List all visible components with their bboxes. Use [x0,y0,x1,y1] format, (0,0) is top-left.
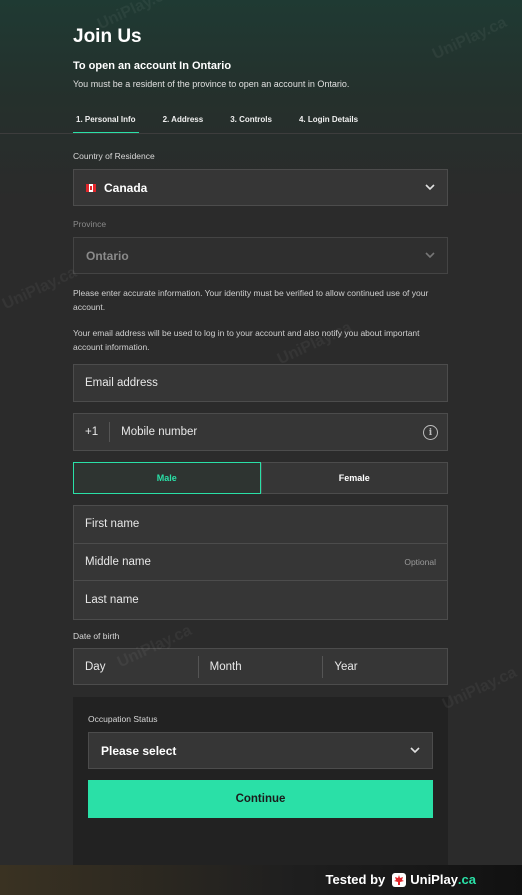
tab-address[interactable]: 2. Address [160,112,207,134]
gender-toggle: Male Female [73,462,448,494]
watermark: UniPlay.ca [439,663,520,714]
email-placeholder: Email address [85,377,158,389]
step-tabs: 1. Personal Info 2. Address 3. Controls … [73,112,382,134]
optional-hint: Optional [404,556,436,567]
dob-year-field[interactable]: Year [323,656,447,678]
dob-day-field[interactable]: Day [74,655,199,678]
tested-by-label: Tested by [325,872,386,887]
last-name-field[interactable]: Last name [74,581,447,619]
last-name-placeholder: Last name [85,593,139,606]
mobile-field[interactable]: +1 Mobile number i [73,413,448,451]
middle-name-placeholder: Middle name [85,555,151,568]
chevron-down-icon [425,184,435,191]
steps-divider [0,133,522,134]
occupation-select[interactable]: Please select [88,732,433,769]
info-icon[interactable]: i [423,425,438,440]
page-title: Join Us [73,26,142,47]
country-select[interactable]: Canada [73,169,448,206]
mobile-placeholder: Mobile number [121,426,198,438]
occupation-value: Please select [101,743,177,758]
occupation-panel: Occupation Status Please select Continue [73,697,448,865]
country-label: Country of Residence [73,151,155,161]
watermark: UniPlay.ca [0,263,80,314]
province-select: Ontario [73,237,448,274]
first-name-field[interactable]: First name [74,506,447,544]
dob-fields: Day Month Year [73,648,448,685]
maple-leaf-icon [392,872,407,887]
gender-male-button[interactable]: Male [73,462,261,494]
tab-personal-info[interactable]: 1. Personal Info [73,112,139,134]
first-name-placeholder: First name [85,518,140,531]
country-value: Canada [104,180,148,195]
uniplay-logo: UniPlay .ca [392,872,476,887]
chevron-down-icon [410,747,420,754]
tested-by-badge: Tested by UniPlay .ca [326,872,476,887]
page-subtitle: To open an account In Ontario [73,60,232,72]
continue-button[interactable]: Continue [88,780,433,818]
canada-flag-icon [86,183,96,192]
accuracy-notice: Please enter accurate information. Your … [73,288,429,312]
province-label: Province [73,219,107,229]
chevron-down-icon [425,252,435,259]
dob-month-field[interactable]: Month [199,655,324,678]
dob-label: Date of birth [73,631,120,641]
brand-suffix: .ca [457,872,476,887]
page-description: You must be a resident of the province t… [73,79,350,89]
tab-login-details[interactable]: 4. Login Details [296,112,361,134]
name-fields: First name Middle name Optional Last name [73,505,448,620]
country-code-prefix: +1 [85,422,111,442]
email-notice: Your email address will be used to log i… [73,328,420,352]
gender-female-button[interactable]: Female [260,462,448,494]
brand-name: UniPlay [410,872,458,887]
footer-bar: Tested by UniPlay .ca [0,865,522,895]
tab-controls[interactable]: 3. Controls [227,112,275,134]
middle-name-field[interactable]: Middle name Optional [74,544,447,581]
email-field[interactable]: Email address [73,364,448,402]
province-value: Ontario [86,248,129,263]
occupation-label: Occupation Status [88,714,158,724]
